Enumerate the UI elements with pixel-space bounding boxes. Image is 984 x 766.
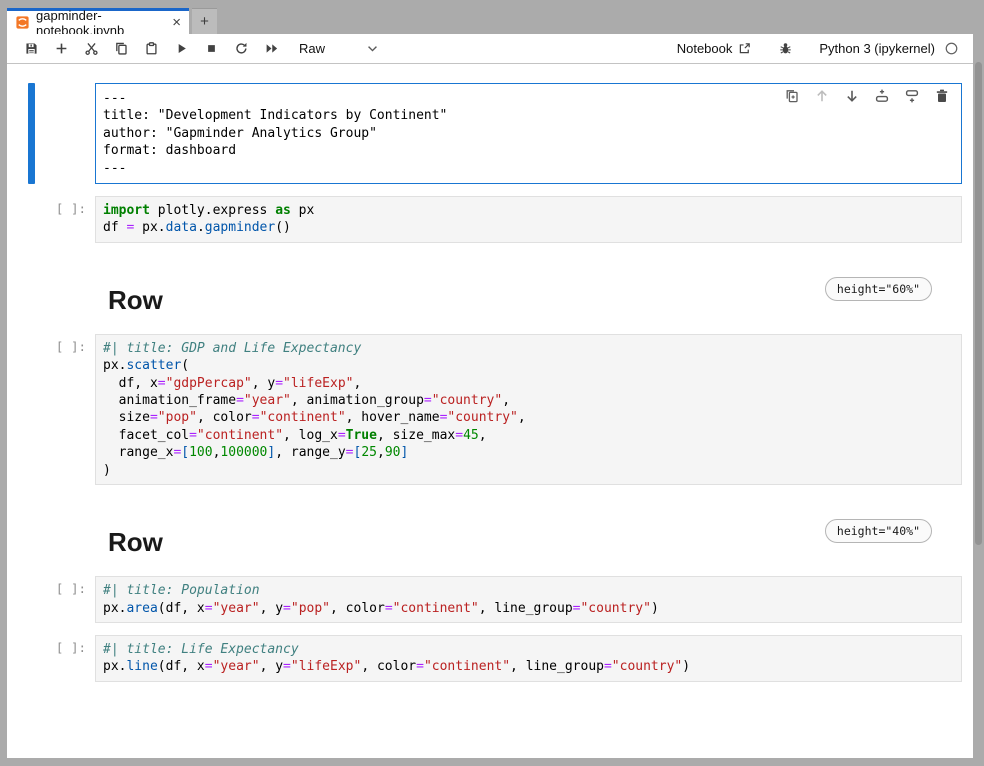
paste-icon xyxy=(144,41,159,56)
row-heading: Row xyxy=(108,527,163,558)
code-line: import plotly.express as px xyxy=(103,202,954,219)
kernel-name[interactable]: Python 3 (ipykernel) xyxy=(819,41,935,56)
save-button[interactable] xyxy=(17,37,45,61)
cell-toolbar xyxy=(783,87,951,105)
external-link-icon xyxy=(737,41,752,56)
code-line: size="pop", color="continent", hover_nam… xyxy=(103,409,954,426)
notebook-file-icon xyxy=(15,15,30,30)
code-line: df, x="gdpPercap", y="lifeExp", xyxy=(103,375,954,392)
insert-above-button[interactable] xyxy=(873,87,891,105)
code-line: facet_col="continent", log_x=True, size_… xyxy=(103,427,954,444)
code-line: --- xyxy=(103,160,954,177)
move-up-icon xyxy=(814,88,830,104)
code-line: px.scatter( xyxy=(103,357,954,374)
code-line: #| title: Population xyxy=(103,582,954,599)
code-cell[interactable]: [ ]:#| title: Populationpx.area(df, x="y… xyxy=(7,576,973,623)
toolbar-right-group: Notebook Python 3 (ipykernel) xyxy=(677,41,959,56)
run-icon xyxy=(174,41,189,56)
cell-type-value: Raw xyxy=(299,41,325,56)
code-cell[interactable]: [ ]:#| title: Life Expectancypx.line(df,… xyxy=(7,635,973,682)
run-all-icon xyxy=(264,41,279,56)
insert-below-button[interactable] xyxy=(903,87,921,105)
cell-editor[interactable]: import plotly.express as pxdf = px.data.… xyxy=(95,196,962,243)
paste-button[interactable] xyxy=(137,37,165,61)
code-line: #| title: Life Expectancy xyxy=(103,641,954,658)
code-cell[interactable]: [ ]:#| title: GDP and Life Expectancypx.… xyxy=(7,334,973,485)
cell-editor[interactable]: #| title: Life Expectancypx.line(df, x="… xyxy=(95,635,962,682)
cell-prompt[interactable]: [ ]: xyxy=(7,334,95,354)
stop-icon xyxy=(204,41,219,56)
cell-editor[interactable]: #| title: Populationpx.area(df, x="year"… xyxy=(95,576,962,623)
markdown-body: Row height="40%" xyxy=(95,497,962,568)
height-attribute-badge: height="40%" xyxy=(825,519,932,543)
copy-icon xyxy=(114,41,129,56)
copy-button[interactable] xyxy=(107,37,135,61)
markdown-cell[interactable]: Row height="60%" xyxy=(7,255,973,326)
code-line: author: "Gapminder Analytics Group" xyxy=(103,125,954,142)
cell-editor[interactable]: #| title: GDP and Life Expectancypx.scat… xyxy=(95,334,962,485)
code-line: px.line(df, x="year", y="lifeExp", color… xyxy=(103,658,954,675)
code-cell[interactable]: [ ]:import plotly.express as pxdf = px.d… xyxy=(7,196,973,243)
cell-editor[interactable]: --- title: "Development Indicators by Con… xyxy=(95,83,962,184)
cell-prompt[interactable] xyxy=(7,497,95,502)
move-down-button[interactable] xyxy=(843,87,861,105)
jupyterlab-window: gapminder-notebook.ipynb × + Raw Noteboo… xyxy=(7,8,973,758)
move-down-icon xyxy=(844,88,860,104)
cell-prompt[interactable]: [ ]: xyxy=(7,576,95,596)
code-line: animation_frame="year", animation_group=… xyxy=(103,392,954,409)
tab-gapminder-notebook[interactable]: gapminder-notebook.ipynb × xyxy=(7,8,189,34)
delete-button[interactable] xyxy=(933,87,951,105)
notebook-content-area: --- title: "Development Indicators by Con… xyxy=(7,64,973,758)
height-attribute-badge: height="60%" xyxy=(825,277,932,301)
tab-bar: gapminder-notebook.ipynb × + xyxy=(7,8,973,34)
cell-prompt[interactable]: [ ]: xyxy=(7,635,95,655)
notebook-view-label: Notebook xyxy=(677,41,733,56)
cut-icon xyxy=(84,41,99,56)
cut-button[interactable] xyxy=(77,37,105,61)
run-button[interactable] xyxy=(167,37,195,61)
add-button[interactable] xyxy=(47,37,75,61)
raw-cell[interactable]: --- title: "Development Indicators by Con… xyxy=(7,83,973,184)
restart-icon xyxy=(234,41,249,56)
add-icon xyxy=(54,41,69,56)
cell-prompt[interactable] xyxy=(7,255,95,260)
cell-prompt[interactable]: [ ]: xyxy=(7,196,95,216)
notebook-view-button[interactable]: Notebook xyxy=(677,41,753,56)
tab-close-icon[interactable]: × xyxy=(172,15,181,30)
code-line: df = px.data.gapminder() xyxy=(103,219,954,236)
markdown-body: Row height="60%" xyxy=(95,255,962,326)
debugger-bug-icon[interactable] xyxy=(778,41,793,56)
code-line: px.area(df, x="year", y="pop", color="co… xyxy=(103,600,954,617)
stop-button[interactable] xyxy=(197,37,225,61)
code-line: title: "Development Indicators by Contin… xyxy=(103,107,954,124)
markdown-cell[interactable]: Row height="40%" xyxy=(7,497,973,568)
code-line: #| title: GDP and Life Expectancy xyxy=(103,340,954,357)
new-tab-button[interactable]: + xyxy=(192,8,217,34)
chevron-down-icon xyxy=(365,41,380,56)
restart-button[interactable] xyxy=(227,37,255,61)
code-line: ) xyxy=(103,462,954,479)
insert-below-icon xyxy=(904,88,920,104)
notebook-toolbar: Raw Notebook Python 3 (ipykernel) xyxy=(7,34,973,64)
cell-type-select[interactable]: Raw xyxy=(299,41,380,56)
code-line: format: dashboard xyxy=(103,142,954,159)
insert-above-icon xyxy=(874,88,890,104)
duplicate-icon xyxy=(784,88,800,104)
toolbar-left-group xyxy=(17,37,287,61)
row-heading: Row xyxy=(108,285,163,316)
duplicate-button[interactable] xyxy=(783,87,801,105)
save-icon xyxy=(24,41,39,56)
delete-icon xyxy=(934,88,950,104)
move-up-button xyxy=(813,87,831,105)
tab-title: gapminder-notebook.ipynb xyxy=(36,8,164,38)
code-line: range_x=[100,100000], range_y=[25,90] xyxy=(103,444,954,461)
cell-prompt[interactable] xyxy=(7,83,95,88)
vertical-scrollbar[interactable] xyxy=(975,62,982,545)
kernel-status-icon xyxy=(944,41,959,56)
active-cell-collapser[interactable] xyxy=(28,83,35,184)
run-all-button[interactable] xyxy=(257,37,285,61)
